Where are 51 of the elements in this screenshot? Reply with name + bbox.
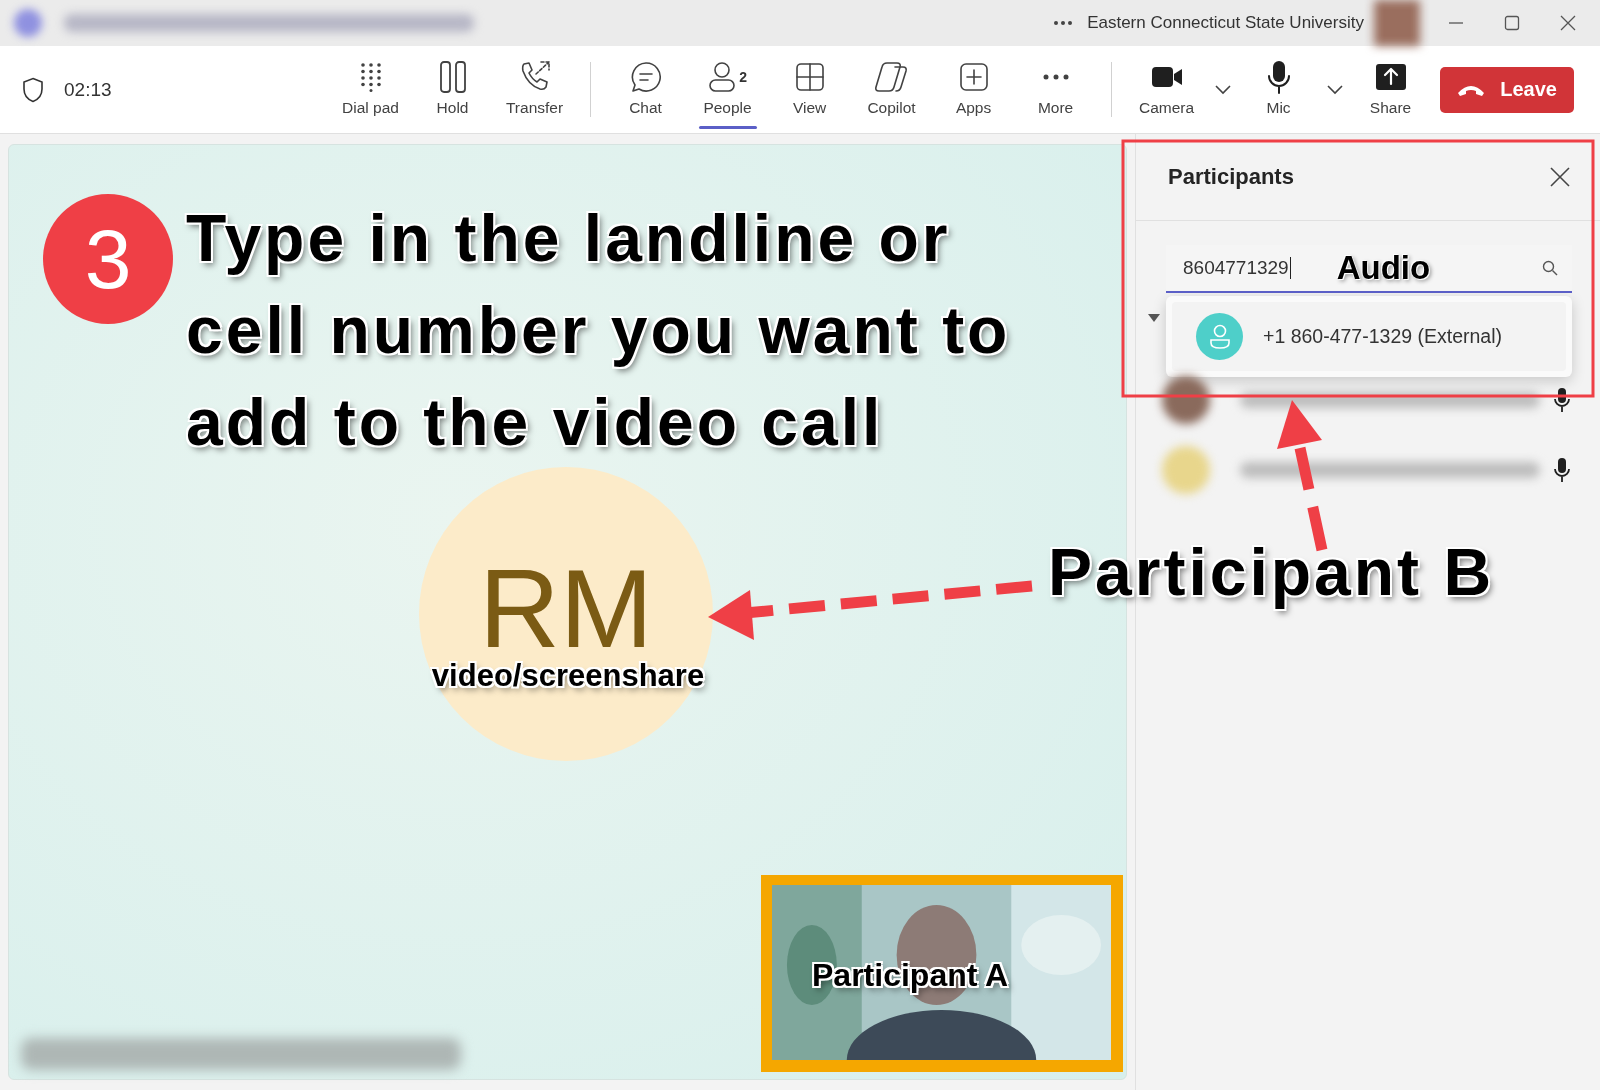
people-count: 2 xyxy=(739,69,747,85)
close-icon[interactable] xyxy=(1560,15,1576,31)
share-screen-icon xyxy=(1375,64,1406,90)
chevron-down-icon[interactable] xyxy=(1214,84,1231,95)
search-value: 8604771329 xyxy=(1183,257,1291,279)
pause-icon xyxy=(438,60,467,94)
toolbar-button[interactable]: 2 People xyxy=(686,46,769,133)
copilot-icon xyxy=(874,61,909,93)
maximize-icon[interactable] xyxy=(1504,15,1520,31)
chat-icon xyxy=(629,61,662,93)
microphone-icon xyxy=(1554,387,1570,413)
person-icon xyxy=(708,61,737,93)
toolbar-button[interactable]: Dial pad xyxy=(329,46,412,133)
callout-label: Participant B xyxy=(1048,534,1495,610)
grid-icon xyxy=(794,62,825,92)
suggestion-item[interactable]: +1 860-477-1329 (External) xyxy=(1172,302,1566,371)
more-icon[interactable] xyxy=(1053,20,1074,26)
toolbar-button[interactable]: Camera xyxy=(1125,46,1208,133)
toolbar-button[interactable]: Mic xyxy=(1237,46,1320,133)
blurred-avatar xyxy=(1162,376,1210,424)
toolbar-button[interactable]: Hold xyxy=(411,46,494,133)
dialpad-icon xyxy=(359,62,382,92)
suggestion-text: +1 860-477-1329 (External) xyxy=(1263,325,1503,348)
more-icon xyxy=(1041,73,1070,81)
toolbar-button[interactable]: Share xyxy=(1349,46,1432,133)
panel-title: Participants xyxy=(1168,164,1294,190)
organization-name: Eastern Connecticut State University xyxy=(1087,13,1364,33)
blurred-logo xyxy=(14,9,42,37)
toolbar-button[interactable]: More xyxy=(1014,46,1097,133)
close-icon[interactable] xyxy=(1550,167,1570,187)
annotation-label: Audio xyxy=(1336,249,1431,287)
toolbar-button[interactable]: Copilot xyxy=(850,46,933,133)
instruction-text: Type in the landline or cell number you want to add to the video call xyxy=(186,200,1011,461)
toolbar-button[interactable]: View xyxy=(768,46,851,133)
blurred-avatar xyxy=(1162,446,1210,494)
call-timer: 02:13 xyxy=(64,78,112,101)
plus-square-icon xyxy=(958,62,989,92)
leave-button[interactable]: Leave xyxy=(1439,66,1574,113)
shield-icon[interactable] xyxy=(22,76,44,103)
toolbar-button[interactable]: Transfer xyxy=(493,46,576,133)
toolbar-button[interactable]: Apps xyxy=(932,46,1015,133)
avatar-caption: video/screenshare xyxy=(430,658,706,694)
chevron-down-icon[interactable] xyxy=(1326,84,1343,95)
camera-icon xyxy=(1150,65,1183,89)
caret-icon[interactable] xyxy=(1148,314,1160,322)
toolbar-button[interactable]: Chat xyxy=(604,46,687,133)
person-icon xyxy=(1208,323,1231,350)
search-icon[interactable] xyxy=(1542,260,1558,276)
microphone-icon xyxy=(1266,60,1291,94)
tile-label: Participant A xyxy=(812,957,1009,994)
microphone-icon xyxy=(1554,457,1570,483)
